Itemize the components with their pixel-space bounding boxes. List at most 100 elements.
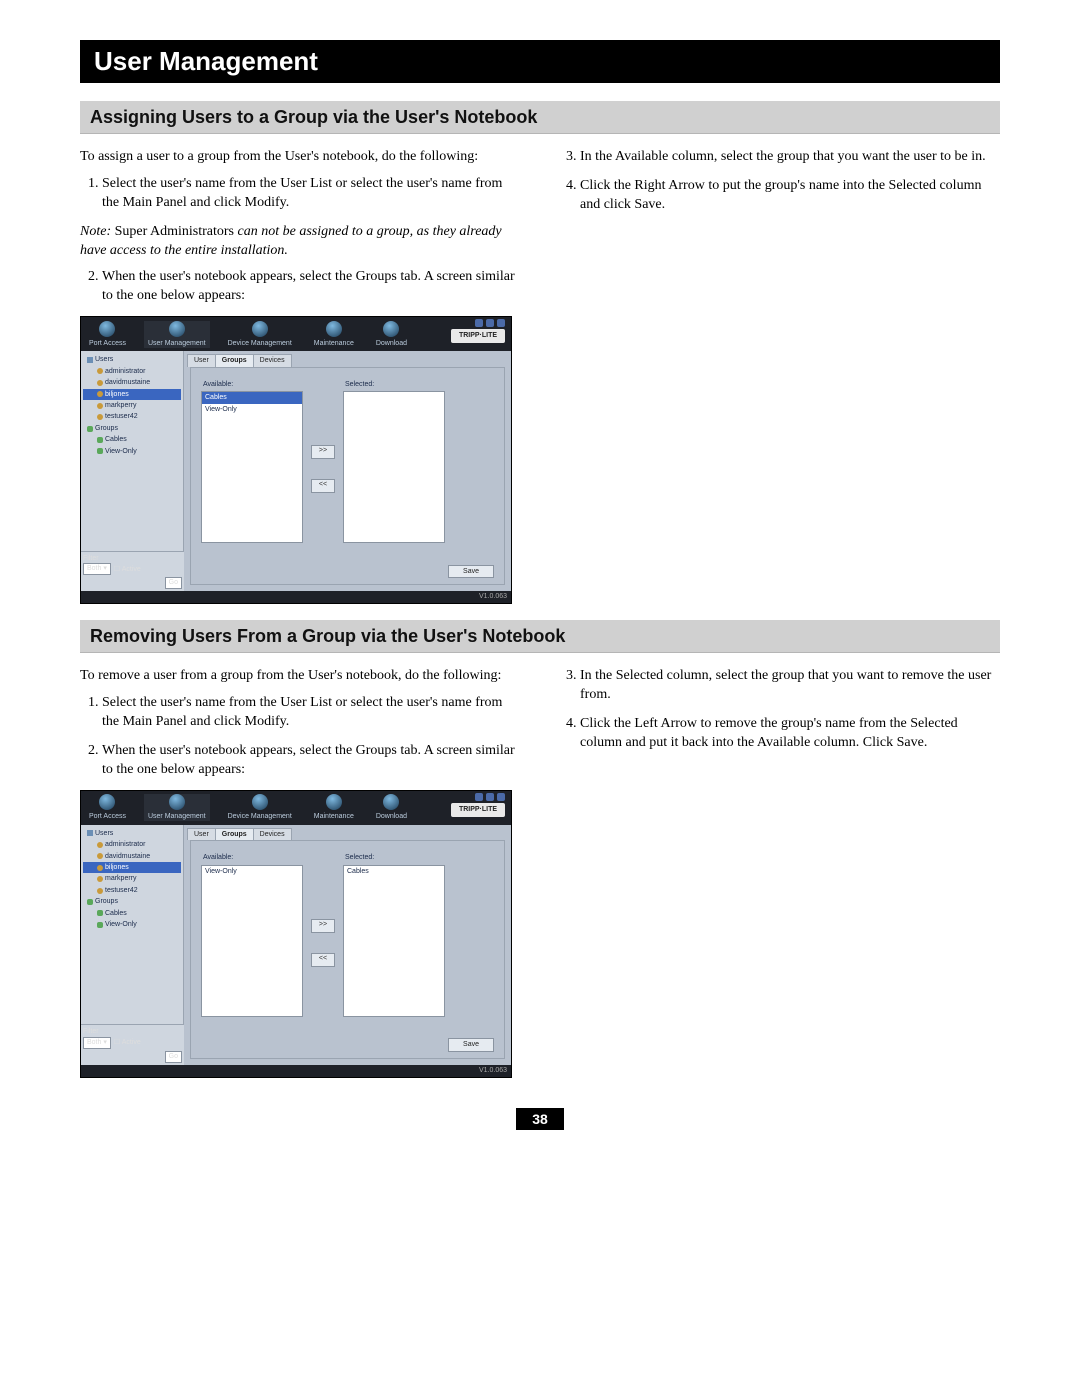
sidebar-filter: Filter Both ▾ ☐ Active Go [81, 1024, 184, 1064]
tab-user[interactable]: User [187, 354, 216, 366]
save-button[interactable]: Save [448, 565, 494, 578]
available-label: Available: [201, 853, 303, 862]
tree-user[interactable]: markperry [83, 873, 181, 884]
move-left-button[interactable]: << [311, 479, 335, 493]
move-right-button[interactable]: >> [311, 445, 335, 459]
window-controls[interactable] [475, 319, 505, 327]
filter-checkbox[interactable]: ☐ Active [114, 565, 141, 574]
filter-label: Filter [83, 554, 182, 563]
version-footer: V1.0.063 [81, 1065, 511, 1077]
nav-port-access[interactable]: Port Access [85, 794, 130, 821]
filter-checkbox[interactable]: ☐ Active [114, 1038, 141, 1047]
section-2-step-2: When the user's notebook appears, select… [102, 742, 522, 780]
tree-groups-root[interactable]: Groups [83, 896, 181, 907]
filter-dropdown[interactable]: Both ▾ [83, 1037, 111, 1049]
tab-user[interactable]: User [187, 828, 216, 840]
tree-group[interactable]: Cables [83, 434, 181, 445]
tree-users-root[interactable]: Users [83, 828, 181, 839]
screenshot-2: Port Access User Management Device Manag… [80, 790, 512, 1078]
list-item[interactable]: Cables [202, 392, 302, 403]
sidebar-tree[interactable]: Users administrator davidmustaine biljon… [81, 825, 184, 1025]
move-left-button[interactable]: << [311, 953, 335, 967]
move-right-button[interactable]: >> [311, 919, 335, 933]
user-icon [97, 876, 103, 882]
user-icon [97, 368, 103, 374]
section-2-intro: To remove a user from a group from the U… [80, 667, 522, 686]
globe-icon [252, 321, 268, 337]
group-icon [97, 448, 103, 454]
list-item[interactable]: View-Only [202, 866, 302, 877]
folder-icon [87, 830, 93, 836]
tree-group[interactable]: View-Only [83, 919, 181, 930]
group-icon [97, 910, 103, 916]
tree-user[interactable]: administrator [83, 366, 181, 377]
tree-users-root[interactable]: Users [83, 354, 181, 365]
filter-dropdown[interactable]: Both ▾ [83, 563, 111, 575]
section-1-step-3: In the Available column, select the grou… [580, 148, 1000, 167]
folder-icon [87, 899, 93, 905]
brand-logo: TRIPP·LITE [451, 329, 505, 343]
selected-label: Selected: [343, 380, 445, 389]
selected-listbox[interactable] [343, 391, 445, 543]
nav-device-management[interactable]: Device Management [224, 794, 296, 821]
nav-user-management[interactable]: User Management [144, 794, 210, 821]
ui-topbar: Port Access User Management Device Manag… [81, 317, 511, 351]
tree-user[interactable]: markperry [83, 400, 181, 411]
tab-devices[interactable]: Devices [253, 828, 292, 840]
tree-user[interactable]: davidmustaine [83, 851, 181, 862]
nav-port-access[interactable]: Port Access [85, 321, 130, 348]
window-controls[interactable] [475, 793, 505, 801]
user-icon [97, 888, 103, 894]
sidebar-tree[interactable]: Users administrator davidmustaine biljon… [81, 351, 184, 551]
available-listbox[interactable]: Cables View-Only [201, 391, 303, 543]
section-1-step-4: Click the Right Arrow to put the group's… [580, 177, 1000, 215]
nav-device-management[interactable]: Device Management [224, 321, 296, 348]
tree-group[interactable]: View-Only [83, 446, 181, 457]
tree-user[interactable]: testuser42 [83, 411, 181, 422]
tree-user[interactable]: testuser42 [83, 885, 181, 896]
page-title: User Management [80, 40, 1000, 83]
page-number: 38 [80, 1108, 1000, 1130]
selected-listbox[interactable]: Cables [343, 865, 445, 1017]
tab-groups[interactable]: Groups [215, 354, 254, 366]
nav-download[interactable]: Download [372, 321, 411, 348]
user-icon [97, 865, 103, 871]
section-2-right-col: In the Selected column, select the group… [558, 667, 1000, 1077]
tree-groups-root[interactable]: Groups [83, 423, 181, 434]
available-label: Available: [201, 380, 303, 389]
nav-user-management[interactable]: User Management [144, 321, 210, 348]
tree-user[interactable]: davidmustaine [83, 377, 181, 388]
list-item[interactable]: Cables [344, 866, 444, 877]
tree-user[interactable]: administrator [83, 839, 181, 850]
section-2-step-4: Click the Left Arrow to remove the group… [580, 715, 1000, 753]
tab-groups[interactable]: Groups [215, 828, 254, 840]
globe-icon [169, 794, 185, 810]
brand-logo: TRIPP·LITE [451, 803, 505, 817]
filter-go-button[interactable]: Go [165, 1051, 182, 1063]
nav-maintenance[interactable]: Maintenance [310, 794, 358, 821]
nav-maintenance[interactable]: Maintenance [310, 321, 358, 348]
tree-group[interactable]: Cables [83, 908, 181, 919]
tree-user-selected[interactable]: biljones [83, 862, 181, 873]
user-icon [97, 853, 103, 859]
section-2-left-col: To remove a user from a group from the U… [80, 667, 522, 1077]
tree-user-selected[interactable]: biljones [83, 389, 181, 400]
group-icon [97, 922, 103, 928]
globe-icon [383, 794, 399, 810]
available-listbox[interactable]: View-Only [201, 865, 303, 1017]
section-1-intro: To assign a user to a group from the Use… [80, 148, 522, 167]
filter-label: Filter [83, 1027, 182, 1036]
nav-download[interactable]: Download [372, 794, 411, 821]
section-1-left-col: To assign a user to a group from the Use… [80, 148, 522, 604]
globe-icon [326, 321, 342, 337]
tab-devices[interactable]: Devices [253, 354, 292, 366]
screenshot-1: Port Access User Management Device Manag… [80, 316, 512, 604]
section-2-body: To remove a user from a group from the U… [80, 667, 1000, 1077]
ui-topbar: Port Access User Management Device Manag… [81, 791, 511, 825]
list-item[interactable]: View-Only [202, 404, 302, 415]
section-2-step-1: Select the user's name from the User Lis… [102, 694, 522, 732]
filter-go-button[interactable]: Go [165, 577, 182, 589]
folder-icon [87, 357, 93, 363]
folder-icon [87, 426, 93, 432]
save-button[interactable]: Save [448, 1038, 494, 1051]
